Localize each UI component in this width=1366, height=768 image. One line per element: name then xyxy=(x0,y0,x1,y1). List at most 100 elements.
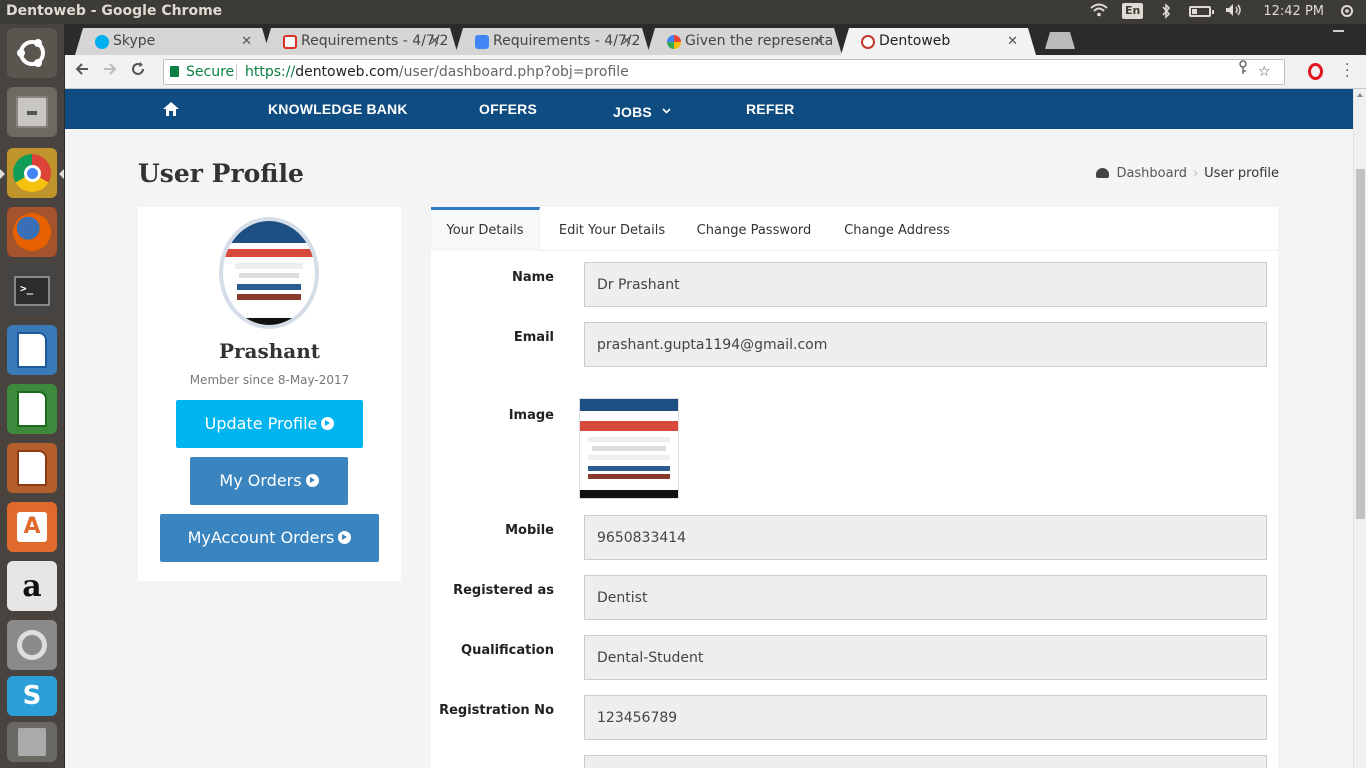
system-tray: En 12:42 PM xyxy=(1090,3,1356,19)
bluetooth-icon[interactable] xyxy=(1157,3,1175,19)
breadcrumb: Dashboard › User profile xyxy=(1096,166,1279,181)
tab-label: Requirements - 4/7/2 xyxy=(301,33,449,49)
scroll-up-arrow-icon[interactable] xyxy=(1357,93,1363,97)
scrollbar-thumb[interactable] xyxy=(1356,169,1365,519)
bookmark-star-icon[interactable]: ☆ xyxy=(1258,60,1271,84)
trash-icon[interactable] xyxy=(7,722,57,762)
skype-icon xyxy=(95,35,109,49)
docs-icon xyxy=(475,35,489,49)
registered-as-value: Dentist xyxy=(584,575,1267,620)
member-since: Member since 8-May-2017 xyxy=(189,373,350,387)
mobile-label: Mobile xyxy=(505,523,554,538)
volume-icon[interactable] xyxy=(1225,3,1243,19)
libreoffice-impress-icon[interactable] xyxy=(7,443,57,493)
page-scrollbar[interactable] xyxy=(1353,89,1366,768)
close-tab-icon[interactable]: ✕ xyxy=(813,28,824,55)
tab-edit-your-details[interactable]: Edit Your Details xyxy=(553,207,671,251)
breadcrumb-current: User profile xyxy=(1204,166,1279,181)
my-orders-label: My Orders xyxy=(219,471,302,490)
breadcrumb-dashboard[interactable]: Dashboard xyxy=(1116,166,1187,181)
mobile-value: 9650833414 xyxy=(584,515,1267,560)
myaccount-orders-button[interactable]: MyAccount Orders xyxy=(160,514,379,562)
battery-icon[interactable] xyxy=(1189,5,1215,17)
gmail-icon xyxy=(283,35,297,49)
registered-as-label: Registered as xyxy=(453,583,554,598)
firefox-icon[interactable] xyxy=(7,207,57,257)
keyboard-language-indicator[interactable]: En xyxy=(1121,3,1144,19)
close-tab-icon[interactable]: ✕ xyxy=(429,28,440,55)
close-tab-icon[interactable]: ✕ xyxy=(621,28,632,55)
unity-launcher: >_ A a S xyxy=(0,24,65,768)
tab-strip: Skype ✕ Requirements - 4/7/2 ✕ Requireme… xyxy=(65,24,1366,55)
update-profile-button[interactable]: Update Profile xyxy=(176,400,363,448)
next-field-value xyxy=(584,755,1267,768)
new-tab-button[interactable] xyxy=(1045,32,1075,49)
secure-label[interactable]: Secure xyxy=(186,60,234,84)
tab-your-details[interactable]: Your Details xyxy=(431,207,540,251)
software-center-icon[interactable]: A xyxy=(7,502,57,552)
libreoffice-writer-icon[interactable] xyxy=(7,325,57,375)
chrome-menu-icon[interactable]: · · · xyxy=(1345,58,1349,84)
nav-jobs[interactable]: JOBS xyxy=(613,89,671,129)
registration-no-label: Registration No xyxy=(439,703,554,718)
qualification-value: Dental-Student xyxy=(584,635,1267,680)
browser-tab-docs[interactable]: Requirements - 4/7/2 ✕ xyxy=(455,28,650,55)
forward-button[interactable] xyxy=(99,61,121,83)
tab-label: Given the representa xyxy=(685,33,834,49)
browser-tab-google[interactable]: Given the representa ✕ xyxy=(647,28,842,55)
chrome-icon[interactable] xyxy=(7,148,57,198)
arrow-circle-right-icon xyxy=(305,474,319,487)
avatar xyxy=(219,217,319,329)
email-value: prashant.gupta1194@gmail.com xyxy=(584,322,1267,367)
key-icon[interactable] xyxy=(1238,60,1248,84)
name-label: Name xyxy=(511,270,554,285)
qualification-label: Qualification xyxy=(461,643,554,658)
lock-icon[interactable] xyxy=(170,66,179,77)
details-tabs: Your Details Edit Your Details Change Pa… xyxy=(431,207,1278,251)
page-title: User Profile xyxy=(138,159,304,188)
browser-window: Skype ✕ Requirements - 4/7/2 ✕ Requireme… xyxy=(65,24,1366,768)
home-icon[interactable] xyxy=(163,101,179,116)
tab-label: Skype xyxy=(113,33,156,49)
browser-tab-gmail[interactable]: Requirements - 4/7/2 ✕ xyxy=(263,28,458,55)
wifi-icon[interactable] xyxy=(1090,3,1108,19)
amazon-icon[interactable]: a xyxy=(7,561,57,611)
system-settings-icon[interactable] xyxy=(7,620,57,670)
power-gear-icon[interactable] xyxy=(1338,3,1356,19)
profile-image-thumbnail[interactable] xyxy=(579,398,679,499)
browser-tab-dentoweb[interactable]: Dentoweb ✕ xyxy=(841,28,1036,55)
my-orders-button[interactable]: My Orders xyxy=(190,457,348,505)
tab-change-address[interactable]: Change Address xyxy=(839,207,955,251)
tab-label: Requirements - 4/7/2 xyxy=(493,33,641,49)
clock[interactable]: 12:42 PM xyxy=(1263,4,1324,19)
nav-knowledge-bank[interactable]: KNOWLEDGE BANK xyxy=(268,89,408,129)
close-tab-icon[interactable]: ✕ xyxy=(241,28,252,55)
arrow-circle-right-icon xyxy=(338,531,352,544)
ubuntu-dash-icon[interactable] xyxy=(7,28,57,78)
email-label: Email xyxy=(513,330,554,345)
dentoweb-icon xyxy=(861,35,875,49)
registration-no-value: 123456789 xyxy=(584,695,1267,740)
reload-button[interactable] xyxy=(127,61,149,83)
dashboard-icon xyxy=(1096,168,1110,178)
files-icon[interactable] xyxy=(7,87,57,137)
terminal-icon[interactable]: >_ xyxy=(7,266,57,316)
profile-name: Prashant xyxy=(218,339,321,363)
nav-jobs-label: JOBS xyxy=(613,104,652,120)
skype-launcher-icon[interactable]: S xyxy=(7,676,57,716)
minimize-icon[interactable] xyxy=(1333,30,1344,32)
image-label: Image xyxy=(508,408,554,423)
browser-tab-skype[interactable]: Skype ✕ xyxy=(75,28,270,55)
name-value: Dr Prashant xyxy=(584,262,1267,307)
address-bar[interactable]: Secure https://dentoweb.com/user/dashboa… xyxy=(163,59,1285,85)
nav-offers[interactable]: OFFERS xyxy=(479,89,537,129)
url-text[interactable]: https://dentoweb.com/user/dashboard.php?… xyxy=(245,60,629,84)
close-tab-icon[interactable]: ✕ xyxy=(1007,28,1018,55)
update-profile-label: Update Profile xyxy=(204,414,318,433)
libreoffice-calc-icon[interactable] xyxy=(7,384,57,434)
opera-extension-icon[interactable] xyxy=(1308,63,1323,80)
nav-refer[interactable]: REFER xyxy=(746,89,794,129)
tab-change-password[interactable]: Change Password xyxy=(693,207,815,251)
myaccount-orders-label: MyAccount Orders xyxy=(187,528,335,547)
back-button[interactable] xyxy=(71,61,93,83)
